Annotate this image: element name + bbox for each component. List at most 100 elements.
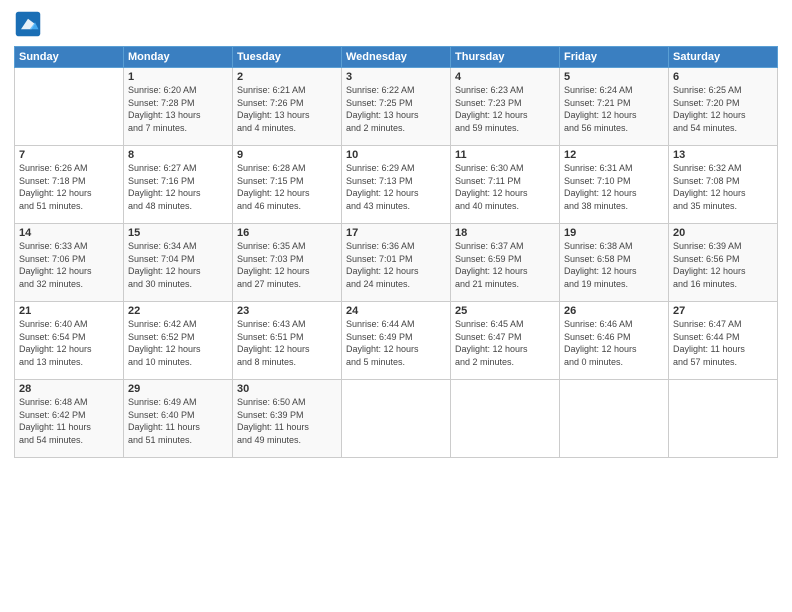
- day-number: 29: [128, 383, 228, 395]
- day-cell: 6Sunrise: 6:25 AM Sunset: 7:20 PM Daylig…: [669, 68, 778, 146]
- day-cell: 7Sunrise: 6:26 AM Sunset: 7:18 PM Daylig…: [15, 146, 124, 224]
- weekday-header-row: SundayMondayTuesdayWednesdayThursdayFrid…: [15, 47, 778, 68]
- day-number: 27: [673, 305, 773, 317]
- day-cell: [669, 380, 778, 458]
- day-cell: 14Sunrise: 6:33 AM Sunset: 7:06 PM Dayli…: [15, 224, 124, 302]
- day-info: Sunrise: 6:38 AM Sunset: 6:58 PM Dayligh…: [564, 240, 664, 290]
- day-info: Sunrise: 6:49 AM Sunset: 6:40 PM Dayligh…: [128, 396, 228, 446]
- day-number: 4: [455, 71, 555, 83]
- day-info: Sunrise: 6:44 AM Sunset: 6:49 PM Dayligh…: [346, 318, 446, 368]
- day-cell: 4Sunrise: 6:23 AM Sunset: 7:23 PM Daylig…: [451, 68, 560, 146]
- day-cell: 17Sunrise: 6:36 AM Sunset: 7:01 PM Dayli…: [342, 224, 451, 302]
- calendar-table: SundayMondayTuesdayWednesdayThursdayFrid…: [14, 46, 778, 458]
- day-info: Sunrise: 6:48 AM Sunset: 6:42 PM Dayligh…: [19, 396, 119, 446]
- day-info: Sunrise: 6:20 AM Sunset: 7:28 PM Dayligh…: [128, 84, 228, 134]
- day-cell: 23Sunrise: 6:43 AM Sunset: 6:51 PM Dayli…: [233, 302, 342, 380]
- day-info: Sunrise: 6:28 AM Sunset: 7:15 PM Dayligh…: [237, 162, 337, 212]
- day-info: Sunrise: 6:45 AM Sunset: 6:47 PM Dayligh…: [455, 318, 555, 368]
- day-cell: 16Sunrise: 6:35 AM Sunset: 7:03 PM Dayli…: [233, 224, 342, 302]
- day-cell: 29Sunrise: 6:49 AM Sunset: 6:40 PM Dayli…: [124, 380, 233, 458]
- day-info: Sunrise: 6:26 AM Sunset: 7:18 PM Dayligh…: [19, 162, 119, 212]
- day-cell: 8Sunrise: 6:27 AM Sunset: 7:16 PM Daylig…: [124, 146, 233, 224]
- day-info: Sunrise: 6:21 AM Sunset: 7:26 PM Dayligh…: [237, 84, 337, 134]
- day-number: 15: [128, 227, 228, 239]
- header: [14, 10, 778, 38]
- day-info: Sunrise: 6:36 AM Sunset: 7:01 PM Dayligh…: [346, 240, 446, 290]
- day-info: Sunrise: 6:25 AM Sunset: 7:20 PM Dayligh…: [673, 84, 773, 134]
- day-number: 11: [455, 149, 555, 161]
- logo: [14, 10, 46, 38]
- day-cell: 24Sunrise: 6:44 AM Sunset: 6:49 PM Dayli…: [342, 302, 451, 380]
- day-info: Sunrise: 6:39 AM Sunset: 6:56 PM Dayligh…: [673, 240, 773, 290]
- day-cell: 9Sunrise: 6:28 AM Sunset: 7:15 PM Daylig…: [233, 146, 342, 224]
- day-info: Sunrise: 6:24 AM Sunset: 7:21 PM Dayligh…: [564, 84, 664, 134]
- day-number: 25: [455, 305, 555, 317]
- day-cell: 21Sunrise: 6:40 AM Sunset: 6:54 PM Dayli…: [15, 302, 124, 380]
- day-cell: 22Sunrise: 6:42 AM Sunset: 6:52 PM Dayli…: [124, 302, 233, 380]
- day-number: 30: [237, 383, 337, 395]
- week-row-1: 1Sunrise: 6:20 AM Sunset: 7:28 PM Daylig…: [15, 68, 778, 146]
- day-info: Sunrise: 6:34 AM Sunset: 7:04 PM Dayligh…: [128, 240, 228, 290]
- weekday-header-wednesday: Wednesday: [342, 47, 451, 68]
- day-info: Sunrise: 6:31 AM Sunset: 7:10 PM Dayligh…: [564, 162, 664, 212]
- day-number: 14: [19, 227, 119, 239]
- weekday-header-thursday: Thursday: [451, 47, 560, 68]
- day-number: 26: [564, 305, 664, 317]
- day-cell: 13Sunrise: 6:32 AM Sunset: 7:08 PM Dayli…: [669, 146, 778, 224]
- day-number: 23: [237, 305, 337, 317]
- day-number: 21: [19, 305, 119, 317]
- day-cell: 12Sunrise: 6:31 AM Sunset: 7:10 PM Dayli…: [560, 146, 669, 224]
- day-cell: 18Sunrise: 6:37 AM Sunset: 6:59 PM Dayli…: [451, 224, 560, 302]
- day-cell: 27Sunrise: 6:47 AM Sunset: 6:44 PM Dayli…: [669, 302, 778, 380]
- day-cell: 28Sunrise: 6:48 AM Sunset: 6:42 PM Dayli…: [15, 380, 124, 458]
- day-info: Sunrise: 6:32 AM Sunset: 7:08 PM Dayligh…: [673, 162, 773, 212]
- week-row-2: 7Sunrise: 6:26 AM Sunset: 7:18 PM Daylig…: [15, 146, 778, 224]
- calendar-page: SundayMondayTuesdayWednesdayThursdayFrid…: [0, 0, 792, 612]
- day-cell: 3Sunrise: 6:22 AM Sunset: 7:25 PM Daylig…: [342, 68, 451, 146]
- weekday-header-saturday: Saturday: [669, 47, 778, 68]
- day-number: 18: [455, 227, 555, 239]
- day-info: Sunrise: 6:30 AM Sunset: 7:11 PM Dayligh…: [455, 162, 555, 212]
- day-number: 20: [673, 227, 773, 239]
- day-number: 28: [19, 383, 119, 395]
- day-cell: [342, 380, 451, 458]
- day-info: Sunrise: 6:27 AM Sunset: 7:16 PM Dayligh…: [128, 162, 228, 212]
- day-number: 2: [237, 71, 337, 83]
- day-number: 12: [564, 149, 664, 161]
- day-info: Sunrise: 6:43 AM Sunset: 6:51 PM Dayligh…: [237, 318, 337, 368]
- day-number: 22: [128, 305, 228, 317]
- day-cell: 19Sunrise: 6:38 AM Sunset: 6:58 PM Dayli…: [560, 224, 669, 302]
- day-cell: 2Sunrise: 6:21 AM Sunset: 7:26 PM Daylig…: [233, 68, 342, 146]
- day-info: Sunrise: 6:40 AM Sunset: 6:54 PM Dayligh…: [19, 318, 119, 368]
- day-cell: [15, 68, 124, 146]
- day-number: 10: [346, 149, 446, 161]
- day-number: 16: [237, 227, 337, 239]
- day-info: Sunrise: 6:46 AM Sunset: 6:46 PM Dayligh…: [564, 318, 664, 368]
- day-cell: [451, 380, 560, 458]
- day-cell: 11Sunrise: 6:30 AM Sunset: 7:11 PM Dayli…: [451, 146, 560, 224]
- week-row-4: 21Sunrise: 6:40 AM Sunset: 6:54 PM Dayli…: [15, 302, 778, 380]
- day-cell: 30Sunrise: 6:50 AM Sunset: 6:39 PM Dayli…: [233, 380, 342, 458]
- weekday-header-monday: Monday: [124, 47, 233, 68]
- day-cell: 20Sunrise: 6:39 AM Sunset: 6:56 PM Dayli…: [669, 224, 778, 302]
- day-number: 17: [346, 227, 446, 239]
- day-info: Sunrise: 6:37 AM Sunset: 6:59 PM Dayligh…: [455, 240, 555, 290]
- day-number: 5: [564, 71, 664, 83]
- day-number: 6: [673, 71, 773, 83]
- day-info: Sunrise: 6:33 AM Sunset: 7:06 PM Dayligh…: [19, 240, 119, 290]
- day-cell: 5Sunrise: 6:24 AM Sunset: 7:21 PM Daylig…: [560, 68, 669, 146]
- day-number: 1: [128, 71, 228, 83]
- day-number: 13: [673, 149, 773, 161]
- day-info: Sunrise: 6:22 AM Sunset: 7:25 PM Dayligh…: [346, 84, 446, 134]
- day-cell: 15Sunrise: 6:34 AM Sunset: 7:04 PM Dayli…: [124, 224, 233, 302]
- week-row-5: 28Sunrise: 6:48 AM Sunset: 6:42 PM Dayli…: [15, 380, 778, 458]
- day-info: Sunrise: 6:50 AM Sunset: 6:39 PM Dayligh…: [237, 396, 337, 446]
- day-cell: 26Sunrise: 6:46 AM Sunset: 6:46 PM Dayli…: [560, 302, 669, 380]
- day-cell: [560, 380, 669, 458]
- day-number: 7: [19, 149, 119, 161]
- day-cell: 25Sunrise: 6:45 AM Sunset: 6:47 PM Dayli…: [451, 302, 560, 380]
- day-info: Sunrise: 6:35 AM Sunset: 7:03 PM Dayligh…: [237, 240, 337, 290]
- day-cell: 1Sunrise: 6:20 AM Sunset: 7:28 PM Daylig…: [124, 68, 233, 146]
- week-row-3: 14Sunrise: 6:33 AM Sunset: 7:06 PM Dayli…: [15, 224, 778, 302]
- weekday-header-sunday: Sunday: [15, 47, 124, 68]
